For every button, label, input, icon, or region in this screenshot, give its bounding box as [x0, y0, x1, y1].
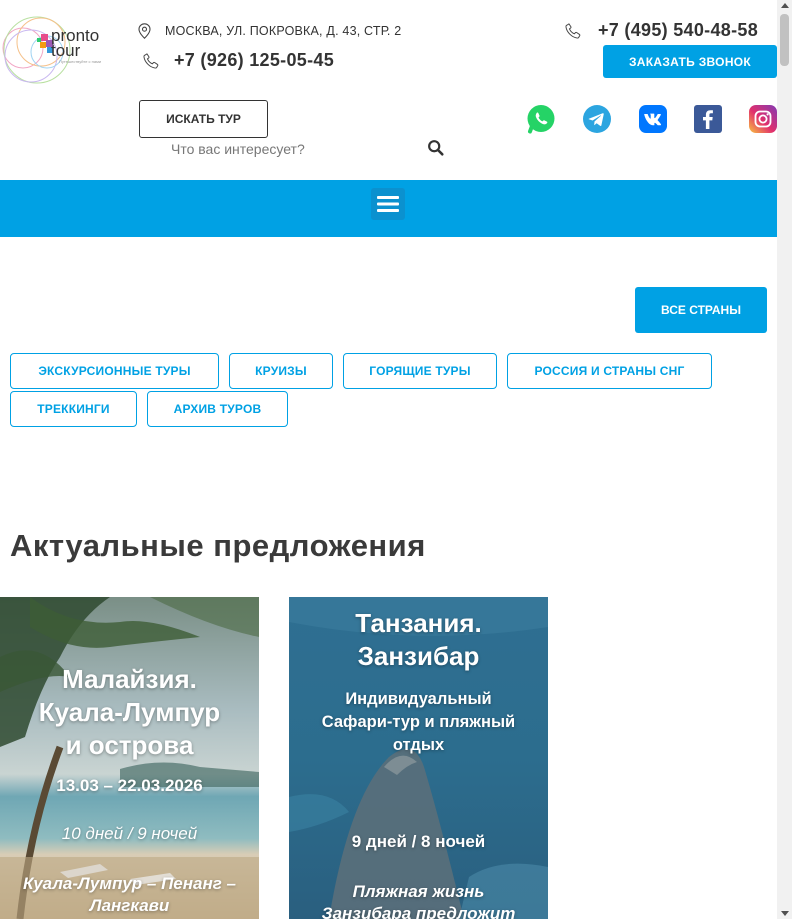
map-pin-icon — [138, 23, 151, 39]
card1-route-line2: Лангкави — [89, 896, 170, 915]
phone-icon — [143, 52, 159, 69]
logo-wordmark: pronto tour — [51, 27, 99, 60]
category-russia-cis[interactable]: РОССИЯ И СТРАНЫ СНГ — [507, 353, 712, 389]
card2-desc-line2: Занзибара предложит — [321, 904, 516, 919]
card2-subtitle-line1: Индивидуальный — [345, 690, 492, 708]
logo-word-tour: tour — [51, 41, 81, 60]
category-hot-tours[interactable]: ГОРЯЩИЕ ТУРЫ — [343, 353, 497, 389]
card1-route: Куала-Лумпур – Пенанг – Лангкави — [0, 873, 259, 917]
card2-title-line1: Танзания. — [355, 608, 482, 638]
card1-dates: 13.03 – 22.03.2026 — [56, 776, 203, 795]
search-icon[interactable] — [427, 139, 445, 157]
address-text: МОСКВА, УЛ. ПОКРОВКА, Д. 43, СТР. 2 — [165, 24, 402, 38]
whatsapp-icon[interactable] — [526, 104, 556, 134]
card2-subtitle-line2: Сафари-тур и пляжный — [321, 713, 516, 731]
offer-card-malaysia[interactable]: Малайзия. Куала-Лумпур и острова 13.03 –… — [0, 597, 259, 919]
address: МОСКВА, УЛ. ПОКРОВКА, Д. 43, СТР. 2 — [138, 23, 401, 39]
site-logo[interactable]: pronto tour Путешествуйте с нами — [1, 12, 105, 84]
phone-primary[interactable]: +7 (495) 540-48-58 — [564, 20, 758, 41]
card2-subtitle-line3: отдых — [392, 736, 445, 754]
category-tour-archive[interactable]: АРХИВ ТУРОВ — [147, 391, 288, 427]
telegram-icon[interactable] — [582, 104, 612, 134]
card1-title-line3: и острова — [65, 730, 194, 760]
search-tour-button[interactable]: ИСКАТЬ ТУР — [139, 100, 268, 138]
card1-title: Малайзия. Куала-Лумпур и острова — [0, 663, 259, 762]
vk-icon[interactable] — [638, 104, 668, 134]
card2-title: Танзания. Занзибар — [289, 607, 548, 673]
card1-title-line1: Малайзия. — [62, 664, 197, 694]
facebook-icon[interactable] — [693, 104, 723, 134]
card1-title-line2: Куала-Лумпур — [38, 697, 221, 727]
offers-title: Актуальные предложения — [10, 528, 426, 563]
search-input[interactable] — [158, 137, 429, 161]
card2-desc-line1: Пляжная жизнь — [352, 882, 485, 901]
phone-secondary[interactable]: +7 (926) 125-05-45 — [142, 50, 334, 71]
menu-toggle-button[interactable] — [371, 188, 405, 220]
scroll-down-arrow-icon[interactable] — [781, 911, 789, 916]
card2-title-line2: Занзибар — [357, 641, 480, 671]
page-scrollbar[interactable] — [777, 0, 792, 919]
page: pronto tour Путешествуйте с нами МОСКВА,… — [0, 0, 777, 919]
all-countries-button[interactable]: ВСЕ СТРАНЫ — [635, 287, 767, 333]
card1-duration: 10 дней / 9 ночей — [61, 824, 198, 843]
phone-secondary-text: +7 (926) 125-05-45 — [174, 50, 335, 70]
scroll-up-arrow-icon[interactable] — [781, 3, 789, 8]
card2-subtitle: Индивидуальный Сафари-тур и пляжный отды… — [289, 688, 548, 757]
callback-button[interactable]: ЗАКАЗАТЬ ЗВОНОК — [603, 45, 777, 78]
logo-tagline: Путешествуйте с нами — [59, 59, 102, 64]
card2-desc: Пляжная жизнь Занзибара предложит — [289, 881, 548, 919]
category-cruises[interactable]: КРУИЗЫ — [229, 353, 333, 389]
main-nav — [0, 180, 777, 237]
phone-primary-text: +7 (495) 540-48-58 — [598, 20, 759, 40]
offer-card-tanzania[interactable]: Танзания. Занзибар Индивидуальный Сафари… — [289, 597, 548, 919]
instagram-icon[interactable] — [748, 104, 777, 134]
card2-duration: 9 дней / 8 ночей — [351, 832, 486, 851]
category-trekking[interactable]: ТРЕККИНГИ — [10, 391, 137, 427]
phone-icon — [565, 22, 581, 39]
scrollbar-thumb[interactable] — [780, 14, 789, 66]
card1-route-line1: Куала-Лумпур – Пенанг – — [23, 874, 236, 893]
hamburger-icon — [377, 196, 399, 212]
category-excursion-tours[interactable]: ЭКСКУРСИОННЫЕ ТУРЫ — [10, 353, 219, 389]
